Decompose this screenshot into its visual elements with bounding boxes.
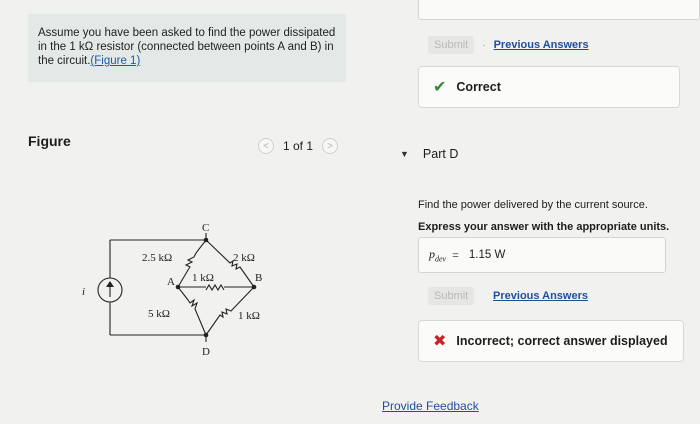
circuit-diagram: C A B D 2.5 kΩ 2 kΩ 1 kΩ 5 kΩ 1 kΩ i: [82, 222, 262, 358]
feedback-correct: ✔ Correct: [418, 66, 680, 108]
provide-feedback-link[interactable]: Provide Feedback: [382, 399, 479, 413]
check-icon: ✔: [433, 79, 447, 96]
node-a-dot: [175, 284, 181, 290]
answer-equals: =: [452, 247, 459, 262]
part-d-title: Part D: [422, 147, 459, 161]
submit-button-part-d[interactable]: Submit: [428, 287, 475, 305]
part-d-question: Find the power delivered by the current …: [418, 199, 648, 211]
problem-statement: Assume you have been asked to find the p…: [28, 14, 346, 82]
x-icon: ✖: [433, 333, 447, 350]
prev-figure-button[interactable]: <: [258, 138, 274, 154]
problem-text: Assume you have been asked to find the p…: [38, 27, 336, 67]
separator-2: [482, 291, 485, 302]
previous-answers-link-part-d[interactable]: Previous Answers: [493, 290, 588, 302]
answer-input[interactable]: pdev = 1.15 W: [418, 237, 666, 273]
label-r-bd: 1 kΩ: [238, 310, 260, 322]
collapse-triangle-icon[interactable]: ▼: [400, 149, 409, 159]
label-node-a: A: [167, 276, 175, 288]
label-node-c: C: [202, 222, 209, 234]
previous-answers-link[interactable]: Previous Answers: [494, 39, 589, 51]
label-r-ad: 5 kΩ: [148, 308, 170, 320]
label-r-ab: 1 kΩ: [192, 272, 214, 284]
label-node-d: D: [202, 346, 210, 358]
node-c-dot: [203, 237, 209, 243]
previous-part-actions: Submit · Previous Answers: [428, 36, 589, 54]
feedback-correct-text: Correct: [456, 80, 501, 94]
submit-button-previous[interactable]: Submit: [428, 36, 475, 54]
part-d-express: Express your answer with the appropriate…: [418, 221, 670, 233]
right-panel: Submit · Previous Answers ✔ Correct ▼ Pa…: [380, 0, 700, 424]
figure-pager: < 1 of 1 >: [258, 138, 339, 154]
label-node-b: B: [255, 272, 262, 284]
separator: ·: [482, 39, 486, 51]
pager-text: 1 of 1: [283, 139, 314, 153]
source-arrow-icon: [106, 281, 114, 287]
figure-label: Figure: [28, 133, 71, 149]
part-d-instructions: Find the power delivered by the current …: [418, 194, 669, 238]
resistor-ad: [177, 286, 207, 336]
part-d-header[interactable]: ▼ Part D: [400, 147, 458, 161]
label-source: i: [82, 286, 85, 298]
label-r-ac: 2.5 kΩ: [142, 252, 172, 264]
node-b-dot: [251, 284, 257, 290]
label-r-cb: 2 kΩ: [233, 252, 255, 264]
feedback-incorrect-text: Incorrect; correct answer displayed: [456, 334, 668, 348]
node-d-dot: [203, 332, 209, 338]
next-figure-button[interactable]: >: [322, 138, 339, 154]
resistor-ab: [205, 283, 225, 292]
answer-value: 1.15 W: [468, 249, 506, 261]
answer-variable: pdev: [429, 246, 447, 264]
left-panel: Assume you have been asked to find the p…: [0, 0, 380, 424]
feedback-incorrect: ✖ Incorrect; correct answer displayed: [418, 320, 684, 362]
answer-variable-sub: dev: [435, 254, 447, 264]
figure-link[interactable]: (Figure 1): [90, 55, 140, 67]
previous-answer-field[interactable]: [418, 0, 700, 20]
part-d-actions: Submit Previous Answers: [428, 287, 588, 305]
